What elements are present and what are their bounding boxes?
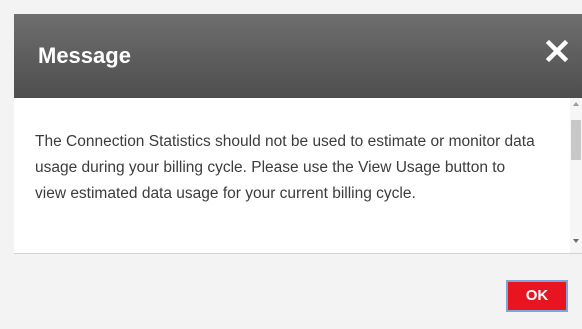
dialog-titlebar: Message (14, 14, 582, 98)
dialog-footer: OK (14, 254, 582, 329)
scroll-up-arrow-icon[interactable] (573, 102, 579, 106)
vertical-scrollbar[interactable] (570, 98, 582, 253)
dialog-body: The Connection Statistics should not be … (14, 98, 582, 254)
ok-button[interactable]: OK (506, 280, 568, 312)
message-dialog: Message The Connection Statistics should… (0, 0, 582, 329)
dialog-message: The Connection Statistics should not be … (35, 133, 535, 202)
scroll-down-arrow-icon[interactable] (573, 239, 579, 243)
scroll-thumb[interactable] (571, 120, 581, 160)
dialog-title: Message (38, 43, 131, 68)
close-icon[interactable] (542, 36, 572, 66)
